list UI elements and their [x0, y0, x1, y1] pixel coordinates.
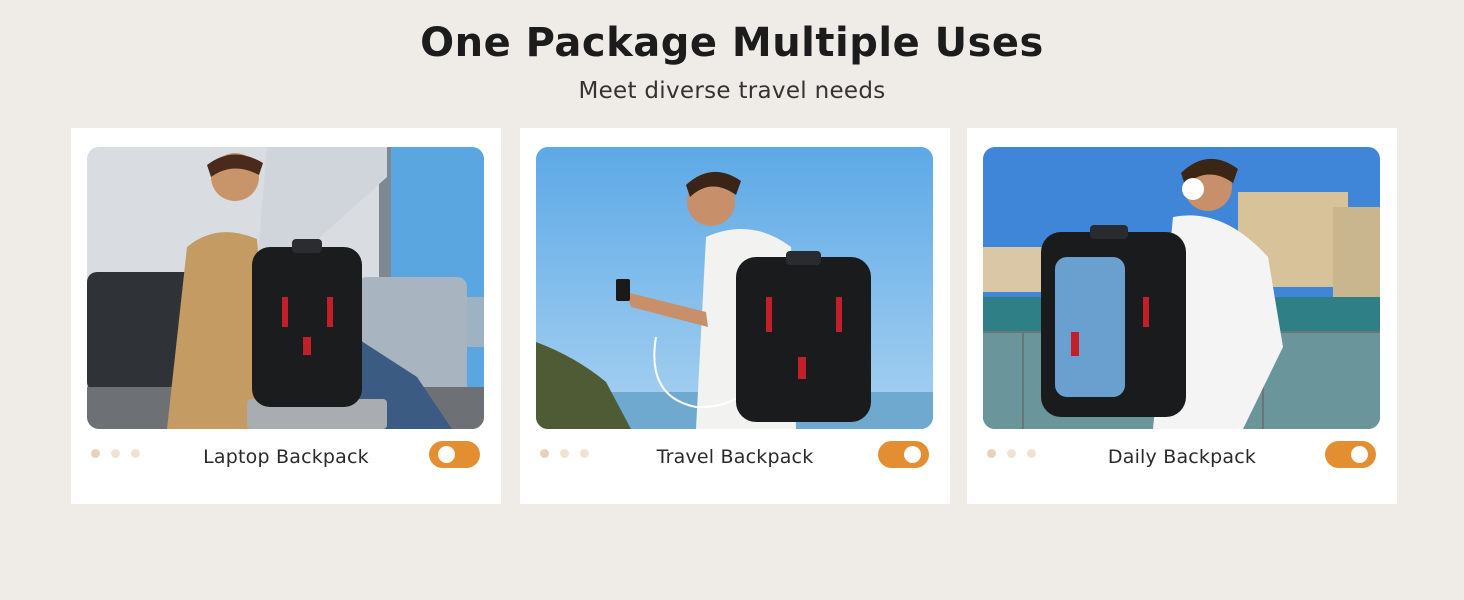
toggle-knob: [438, 446, 455, 463]
toggle-switch[interactable]: [1325, 441, 1376, 468]
toggle-switch[interactable]: [878, 441, 929, 468]
toggle-switch[interactable]: [429, 441, 480, 468]
page-title: One Package Multiple Uses: [420, 20, 1044, 66]
travel-backpack-photo: [536, 147, 933, 429]
product-card-laptop[interactable]: Laptop Backpack: [71, 128, 501, 504]
product-card-daily[interactable]: Daily Backpack: [967, 128, 1397, 504]
page-subtitle: Meet diverse travel needs: [578, 78, 886, 104]
product-card-travel[interactable]: Travel Backpack: [520, 128, 950, 504]
laptop-backpack-photo: [87, 147, 484, 429]
daily-backpack-photo: [983, 147, 1380, 429]
toggle-knob: [1351, 446, 1368, 463]
toggle-knob: [904, 446, 921, 463]
